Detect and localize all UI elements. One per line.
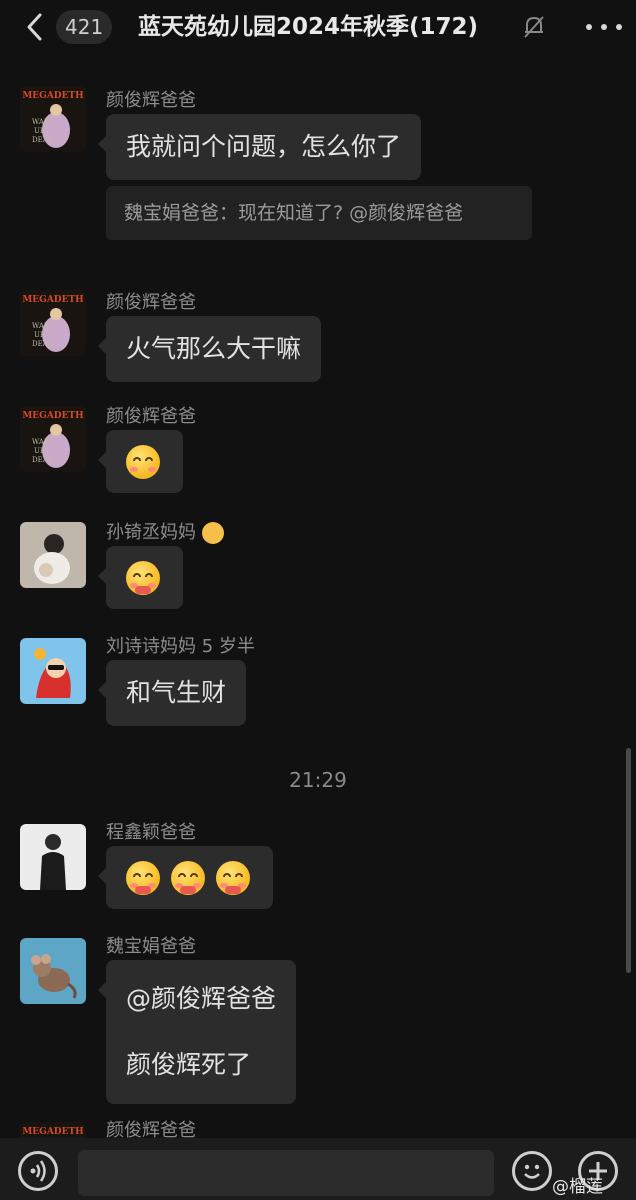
smiley-icon [524,1164,540,1179]
mute-bell-icon [522,14,546,40]
svg-text:WAKE: WAKE [32,118,54,126]
sender-name: 刘诗诗妈妈 5 岁半 [106,636,255,657]
chat-header: 421 蓝天苑幼儿园2024年秋季(172) [0,0,636,58]
timestamp: 21:29 [289,768,347,792]
more-options-button[interactable] [586,14,622,40]
woman-emoji-icon [201,522,224,544]
svg-text:WAKE: WAKE [32,438,54,446]
sender-name: 孙锜丞妈妈 [106,518,224,544]
dot-icon [586,24,592,30]
message-bubble[interactable]: 我就问个问题，怎么你了 [97,114,422,180]
unread-count-badge[interactable]: 421 [56,10,113,44]
svg-text:UP: UP [34,331,45,339]
scrollbar[interactable] [626,748,631,973]
quoted-message[interactable]: 魏宝娟爸爸：现在知道了? @颜俊辉爸爸 [106,186,532,240]
dot-icon [616,24,622,30]
message-bubble[interactable]: 火气那么大干嘛 [97,316,322,382]
logo-text: MEGADETH [22,91,84,101]
sticker-bubble[interactable] [98,546,183,609]
sticker-bubble[interactable] [98,846,273,909]
watermark: @榴莲 [552,1177,603,1197]
shy-emoji-icon [170,861,205,895]
svg-text:UP: UP [34,447,45,455]
shy-emoji-icon [126,861,160,895]
message-line: 颜俊辉死了 [126,1050,252,1079]
back-button[interactable] [22,12,46,42]
voice-input-button[interactable] [18,1151,58,1191]
voice-icon [30,1160,46,1182]
thinking-emoji-icon [126,445,160,479]
avatar[interactable] [20,638,86,704]
sender-name: 颜俊辉爸爸 [106,90,196,111]
dot-icon [601,24,607,30]
logo-text: MEGADETH [22,411,84,421]
sender-name: 颜俊辉爸爸 [106,406,196,427]
svg-text:UP: UP [34,127,45,135]
avatar[interactable]: MEGADETH WAKE UP DEAD [20,406,86,472]
sender-name: 程鑫颖爸爸 [106,822,196,843]
avatar[interactable] [20,522,86,588]
logo-text: MEGADETH [22,295,84,305]
sticker-bubble[interactable] [98,430,183,493]
logo-text: MEGADETH [22,1127,84,1137]
avatar[interactable]: MEGADETH [20,1122,86,1138]
avatar[interactable]: MEGADETH WAKE UP DEAD [20,86,86,152]
svg-text:DEAD: DEAD [32,136,54,144]
shy-emoji-icon [215,861,250,895]
shy-emoji-icon [126,561,160,595]
chevron-left-icon [27,13,42,41]
sender-name: 颜俊辉爸爸 [106,1120,196,1138]
sender-name: 颜俊辉爸爸 [106,292,196,313]
avatar[interactable] [20,938,86,1004]
group-title: 蓝天苑幼儿园2024年秋季(172) [138,14,479,40]
avatar[interactable]: MEGADETH WAKE UP DEAD [20,290,86,356]
chat-messages[interactable]: MEGADETH WAKE UP DEAD 颜俊辉爸爸 我就问个问题，怎么你了 … [0,58,636,1138]
svg-text:DEAD: DEAD [32,340,54,348]
message-line: @颜俊辉爸爸 [126,984,277,1013]
input-bar [0,1138,636,1200]
svg-text:WAKE: WAKE [32,322,54,330]
message-bubble[interactable]: @颜俊辉爸爸 颜俊辉死了 [97,960,297,1104]
emoji-button[interactable] [512,1151,552,1191]
avatar[interactable] [20,824,86,890]
sender-name: 魏宝娟爸爸 [106,936,196,957]
message-input[interactable] [78,1150,494,1196]
message-bubble[interactable]: 和气生财 [97,660,247,726]
svg-text:DEAD: DEAD [32,456,54,464]
